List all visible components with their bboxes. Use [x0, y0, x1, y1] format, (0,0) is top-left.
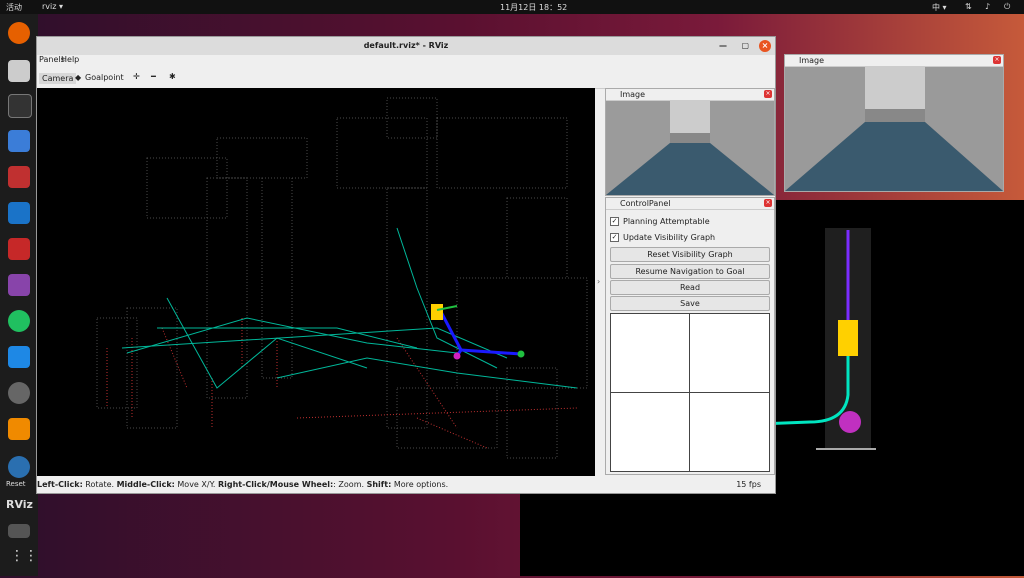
menu-bar: Panels Help [37, 55, 775, 67]
image-panel-feed [606, 101, 774, 195]
planning-attemptable-checkbox[interactable]: ✓ Planning Attemptable [610, 217, 710, 226]
network-icon[interactable]: ⇅ [965, 2, 972, 11]
waypoint-marker [453, 352, 461, 360]
close-icon[interactable]: × [993, 56, 1001, 64]
bg-floor-line [816, 448, 876, 450]
status-bar: Left-Click: Rotate. Middle-Click: Move X… [37, 478, 775, 492]
app-red-icon[interactable] [8, 166, 30, 188]
add-tool-icon[interactable]: ✛ [133, 72, 140, 81]
bg-robot [838, 320, 858, 356]
app-thumb-icon[interactable] [8, 524, 30, 538]
title-bar[interactable]: default.rviz* - RViz — ▢ × [37, 37, 775, 55]
top-bar: 活动 rviz ▾ 11月12日 18：52 中 ▾ ⇅ ♪ ⏻ [0, 0, 1024, 14]
volume-icon[interactable]: ♪ [985, 2, 990, 11]
status-hint: Left-Click: Rotate. Middle-Click: Move X… [37, 480, 449, 489]
reset-visibility-graph-button[interactable]: Reset Visibility Graph [610, 247, 770, 262]
resume-navigation-button[interactable]: Resume Navigation to Goal [610, 264, 770, 279]
update-visibility-graph-checkbox[interactable]: ✓ Update Visibility Graph [610, 233, 715, 242]
check-icon[interactable]: ✓ [610, 217, 619, 226]
reset-icon[interactable] [8, 456, 30, 478]
firefox-icon[interactable] [8, 22, 30, 44]
3d-scene [96, 97, 588, 459]
window-title: default.rviz* - RViz [363, 41, 449, 50]
goalpoint-icon[interactable]: ◆ [75, 73, 81, 82]
music-icon[interactable] [8, 310, 30, 332]
camera-feed [785, 67, 1003, 191]
rviz-window[interactable]: default.rviz* - RViz — ▢ × Panels Help C… [36, 36, 776, 494]
robot-marker [431, 304, 443, 320]
todesk-icon[interactable] [8, 346, 30, 368]
image-window-title: Image [799, 56, 825, 65]
goal-marker [517, 350, 525, 358]
activities-button[interactable]: 活动 [6, 2, 22, 13]
close-window-icon[interactable]: × [759, 40, 771, 52]
tool-settings-icon[interactable]: ✱ [169, 72, 176, 81]
video-icon[interactable] [8, 382, 30, 404]
image-panel-title: Image [620, 90, 646, 99]
remote-desktop-icon[interactable] [8, 130, 30, 152]
terminal-icon[interactable] [8, 94, 32, 118]
filezilla-icon[interactable] [8, 238, 30, 260]
control-panel-head[interactable]: ControlPanel × [606, 198, 774, 210]
fps-readout: 15 fps [736, 480, 761, 489]
close-icon[interactable]: × [764, 199, 772, 207]
image-panel[interactable]: Image × [605, 88, 775, 196]
files-icon[interactable] [8, 60, 30, 82]
app-menu[interactable]: rviz ▾ [42, 2, 63, 11]
dock: Reset RViz ⋮⋮ [0, 14, 38, 576]
power-icon[interactable]: ⏻ [1004, 2, 1010, 12]
collapse-handle-icon[interactable]: › [597, 277, 600, 286]
image-window[interactable]: Image × [784, 54, 1004, 192]
remove-tool-icon[interactable]: ━ [151, 72, 156, 81]
minimize-icon[interactable]: — [719, 37, 727, 55]
joystick-pad[interactable] [610, 313, 770, 472]
tool-camera[interactable]: Camera [39, 73, 77, 84]
media-icon[interactable] [8, 274, 30, 296]
clock[interactable]: 11月12日 18：52 [500, 2, 567, 13]
vscode-icon[interactable] [8, 202, 30, 224]
control-panel-title: ControlPanel [620, 199, 671, 208]
reset-label: Reset [6, 480, 26, 488]
image-window-head[interactable]: Image × [785, 55, 1003, 67]
maximize-icon[interactable]: ▢ [741, 37, 749, 55]
close-icon[interactable]: × [764, 90, 772, 98]
read-button[interactable]: Read [610, 280, 770, 295]
pad-horizontal-line [611, 392, 769, 393]
input-method[interactable]: 中 ▾ [932, 2, 947, 13]
control-panel[interactable]: ControlPanel × ✓ Planning Attemptable ✓ Up… [605, 197, 775, 475]
save-button[interactable]: Save [610, 296, 770, 311]
bg-goal [839, 411, 861, 433]
check-icon[interactable]: ✓ [610, 233, 619, 242]
tool-goalpoint[interactable]: Goalpoint [85, 73, 124, 82]
menu-help[interactable]: Help [61, 55, 79, 64]
3d-viewport[interactable] [37, 88, 595, 476]
sublime-icon[interactable] [8, 418, 30, 440]
show-apps-icon[interactable]: ⋮⋮ [10, 548, 38, 564]
image-panel-head[interactable]: Image × [606, 89, 774, 101]
rviz-dock-label[interactable]: RViz [6, 498, 33, 511]
toolbar: Camera ◆ Goalpoint ✛ ━ ✱ [37, 68, 775, 89]
